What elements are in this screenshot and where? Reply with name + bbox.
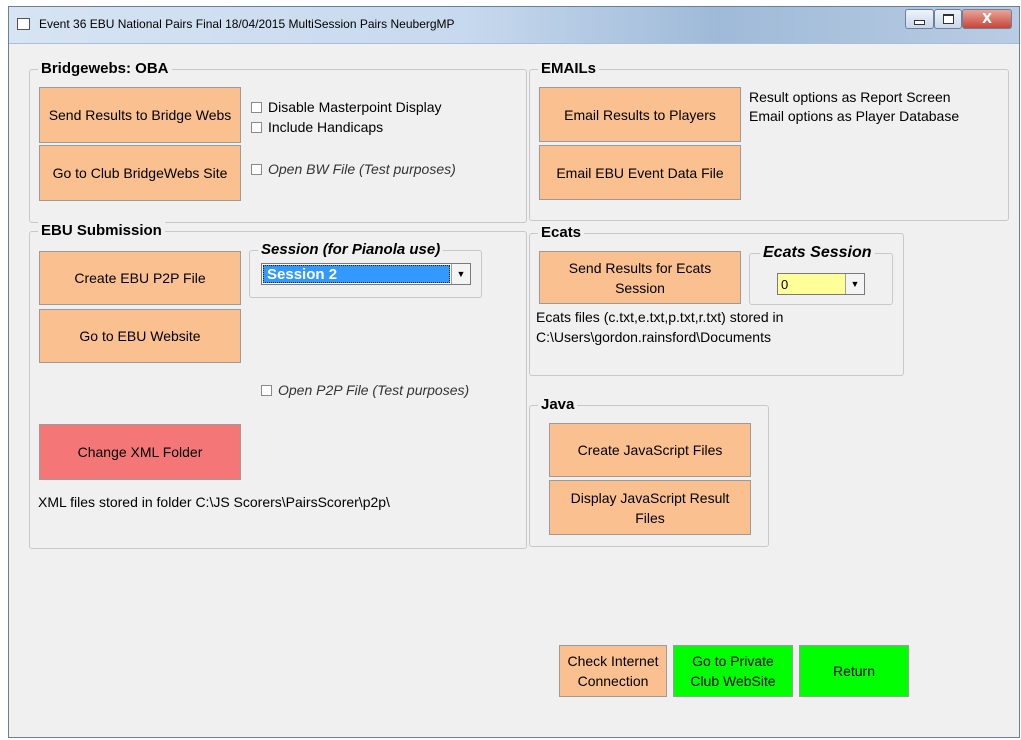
go-private-club-website-button[interactable]: Go to Private Club WebSite bbox=[673, 645, 793, 697]
ebu-submission-legend: EBU Submission bbox=[38, 222, 165, 240]
ecats-session-select[interactable]: 0 ▼ bbox=[777, 273, 865, 295]
app-icon bbox=[17, 18, 30, 30]
maximize-icon bbox=[942, 14, 954, 24]
email-results-button[interactable]: Email Results to Players bbox=[539, 87, 741, 142]
close-button[interactable]: X bbox=[962, 9, 1012, 29]
maximize-button[interactable] bbox=[934, 9, 962, 29]
emails-note-line1: Result options as Report Screen bbox=[749, 89, 951, 105]
checkbox-box[interactable] bbox=[251, 121, 262, 133]
checkbox-box[interactable] bbox=[251, 163, 262, 175]
include-handicaps-checkbox[interactable]: Include Handicaps bbox=[251, 119, 383, 135]
return-button[interactable]: Return bbox=[799, 645, 909, 697]
checkbox-box[interactable] bbox=[261, 384, 272, 396]
window-title: Event 36 EBU National Pairs Final 18/04/… bbox=[39, 17, 455, 31]
emails-note-line2: Email options as Player Database bbox=[749, 108, 960, 124]
checkbox-box[interactable] bbox=[251, 101, 262, 113]
chevron-down-icon[interactable]: ▼ bbox=[451, 264, 470, 284]
ecats-files-line1: Ecats files (c.txt,e.txt,p.txt,r.txt) st… bbox=[536, 309, 784, 325]
ecats-session-legend: Ecats Session bbox=[760, 244, 875, 262]
pianola-session-legend: Session (for Pianola use) bbox=[258, 241, 444, 259]
open-p2p-file-label: Open P2P File (Test purposes) bbox=[278, 382, 470, 398]
create-ebu-p2p-button[interactable]: Create EBU P2P File bbox=[39, 251, 241, 305]
ecats-files-line2: C:\Users\gordon.rainsford\Documents bbox=[536, 329, 771, 345]
java-legend: Java bbox=[538, 396, 578, 414]
open-bw-file-label: Open BW File (Test purposes) bbox=[268, 161, 456, 177]
check-internet-button[interactable]: Check Internet Connection bbox=[559, 645, 667, 697]
create-javascript-files-button[interactable]: Create JavaScript Files bbox=[549, 423, 751, 477]
xml-folder-note: XML files stored in folder C:\JS Scorers… bbox=[38, 494, 390, 510]
title-bar: Event 36 EBU National Pairs Final 18/04/… bbox=[9, 7, 1019, 44]
bridgewebs-legend: Bridgewebs: OBA bbox=[38, 60, 172, 78]
pianola-session-select[interactable]: Session 2 ▼ bbox=[261, 263, 471, 285]
open-p2p-file-checkbox[interactable]: Open P2P File (Test purposes) bbox=[261, 382, 469, 398]
send-results-bridgewebs-button[interactable]: Send Results to Bridge Webs bbox=[39, 87, 241, 143]
ecats-session-value: 0 bbox=[778, 274, 845, 294]
disable-masterpoint-checkbox[interactable]: Disable Masterpoint Display bbox=[251, 99, 442, 115]
pianola-session-value: Session 2 bbox=[263, 265, 450, 283]
minimize-icon bbox=[914, 19, 925, 25]
ecats-legend: Ecats bbox=[538, 224, 585, 242]
open-bw-file-checkbox[interactable]: Open BW File (Test purposes) bbox=[251, 161, 456, 177]
main-window: Event 36 EBU National Pairs Final 18/04/… bbox=[8, 6, 1020, 738]
go-to-club-bridgewebs-button[interactable]: Go to Club BridgeWebs Site bbox=[39, 145, 241, 201]
send-results-ecats-button[interactable]: Send Results for Ecats Session bbox=[539, 251, 741, 304]
change-xml-folder-button[interactable]: Change XML Folder bbox=[39, 424, 241, 480]
disable-masterpoint-label: Disable Masterpoint Display bbox=[268, 99, 442, 115]
close-icon: X bbox=[981, 11, 993, 27]
email-ebu-data-button[interactable]: Email EBU Event Data File bbox=[539, 145, 741, 200]
go-to-ebu-website-button[interactable]: Go to EBU Website bbox=[39, 309, 241, 363]
include-handicaps-label: Include Handicaps bbox=[268, 119, 384, 135]
emails-legend: EMAILs bbox=[538, 60, 600, 78]
display-javascript-results-button[interactable]: Display JavaScript Result Files bbox=[549, 480, 751, 535]
chevron-down-icon[interactable]: ▼ bbox=[845, 274, 864, 294]
minimize-button[interactable] bbox=[905, 9, 934, 29]
